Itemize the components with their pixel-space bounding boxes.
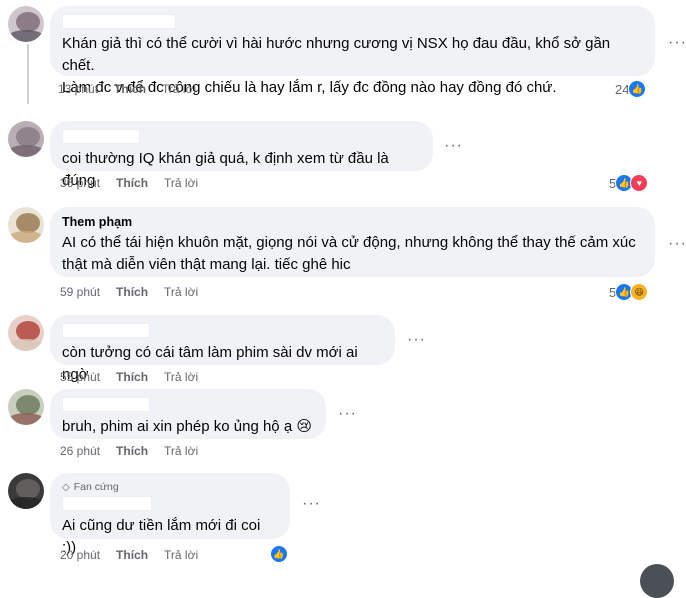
comment-bubble: bruh, phim ai xin phép ko ủng hộ ạ 😢 (50, 389, 326, 439)
comment-actions: 20 phút Thích Trả lời (60, 548, 198, 562)
comment-text: AI có thể tái hiện khuôn mặt, giọng nói … (62, 234, 636, 273)
avatar[interactable] (8, 389, 44, 425)
avatar[interactable] (8, 207, 44, 243)
like-button[interactable]: Thích (116, 176, 148, 190)
comment-actions: 59 phút Thích Trả lời (60, 285, 198, 299)
reaction-summary[interactable]: 5 👍 ♥ (609, 174, 649, 192)
more-options-icon[interactable]: ··· (302, 495, 321, 513)
timestamp[interactable]: 55 phút (60, 370, 100, 384)
avatar[interactable] (8, 315, 44, 351)
like-button[interactable]: Thích (116, 548, 148, 562)
reaction-summary[interactable]: 5 👍 😆 (609, 283, 649, 301)
like-button[interactable]: Thích (114, 82, 146, 96)
reaction-summary[interactable]: 24 👍 (615, 80, 647, 98)
avatar[interactable] (8, 473, 44, 509)
timestamp[interactable]: 59 phút (60, 285, 100, 299)
comment-bubble: Them phạm AI có thể tái hiện khuôn mặt, … (50, 207, 655, 277)
like-reaction-icon: 👍 (270, 545, 288, 563)
avatar[interactable] (8, 121, 44, 157)
comment-bubble: ◇ Fan cứng Ai cũng dư tiền lắm mới đi co… (50, 473, 290, 556)
next-comment-avatar[interactable] (640, 564, 674, 598)
reply-button[interactable]: Trả lời (164, 370, 198, 384)
like-button[interactable]: Thích (116, 285, 148, 299)
timestamp[interactable]: 26 phút (60, 444, 100, 458)
author-name-redacted[interactable] (62, 397, 150, 412)
more-options-icon[interactable]: ··· (668, 235, 686, 253)
badge-label: Fan cứng (73, 481, 119, 493)
more-options-icon[interactable]: ··· (668, 34, 686, 52)
like-reaction-icon: 👍 (628, 80, 647, 98)
reaction-count: 24 (615, 81, 630, 97)
timestamp[interactable]: 13 phút (58, 82, 98, 96)
comment-text: bruh, phim ai xin phép ko ủng hộ ạ 😢 (62, 418, 312, 435)
author-name-redacted[interactable] (62, 496, 152, 511)
comment-actions: 13 phút Thích Trả lời (58, 82, 196, 96)
comment-bubble: còn tưởng có cái tâm làm phim sài dv mới… (50, 315, 395, 383)
haha-reaction-icon: 😆 (630, 283, 649, 301)
diamond-icon: ◇ (62, 481, 70, 493)
author-name[interactable]: Them phạm (62, 215, 643, 229)
top-fan-badge[interactable]: ◇ Fan cứng (62, 481, 278, 493)
like-button[interactable]: Thích (116, 444, 148, 458)
reply-button[interactable]: Trả lời (164, 285, 198, 299)
comment-actions: 55 phút Thích Trả lời (60, 370, 198, 384)
comment-bubble: Khán giả thì có thể cười vì hài hước như… (50, 6, 655, 96)
author-name-redacted[interactable] (62, 129, 140, 144)
reply-button[interactable]: Trả lời (164, 444, 198, 458)
author-name-redacted[interactable] (62, 323, 150, 338)
comment-bubble: coi thường IQ khán giả quá, k định xem t… (50, 121, 433, 189)
avatar[interactable] (8, 6, 44, 42)
reply-button[interactable]: Trả lời (164, 548, 198, 562)
reply-button[interactable]: Trả lời (162, 82, 196, 96)
timestamp[interactable]: 36 phút (60, 176, 100, 190)
more-options-icon[interactable]: ··· (444, 137, 463, 155)
like-button[interactable]: Thích (116, 370, 148, 384)
thread-line (27, 44, 29, 104)
timestamp[interactable]: 20 phút (60, 548, 100, 562)
reaction-summary[interactable]: 👍 (270, 545, 288, 563)
reply-button[interactable]: Trả lời (164, 176, 198, 190)
comment-actions: 26 phút Thích Trả lời (60, 444, 198, 458)
love-reaction-icon: ♥ (630, 174, 649, 192)
comment-actions: 36 phút Thích Trả lời (60, 176, 198, 190)
more-options-icon[interactable]: ··· (407, 331, 426, 349)
author-name-redacted[interactable] (62, 14, 176, 29)
more-options-icon[interactable]: ··· (338, 405, 357, 423)
